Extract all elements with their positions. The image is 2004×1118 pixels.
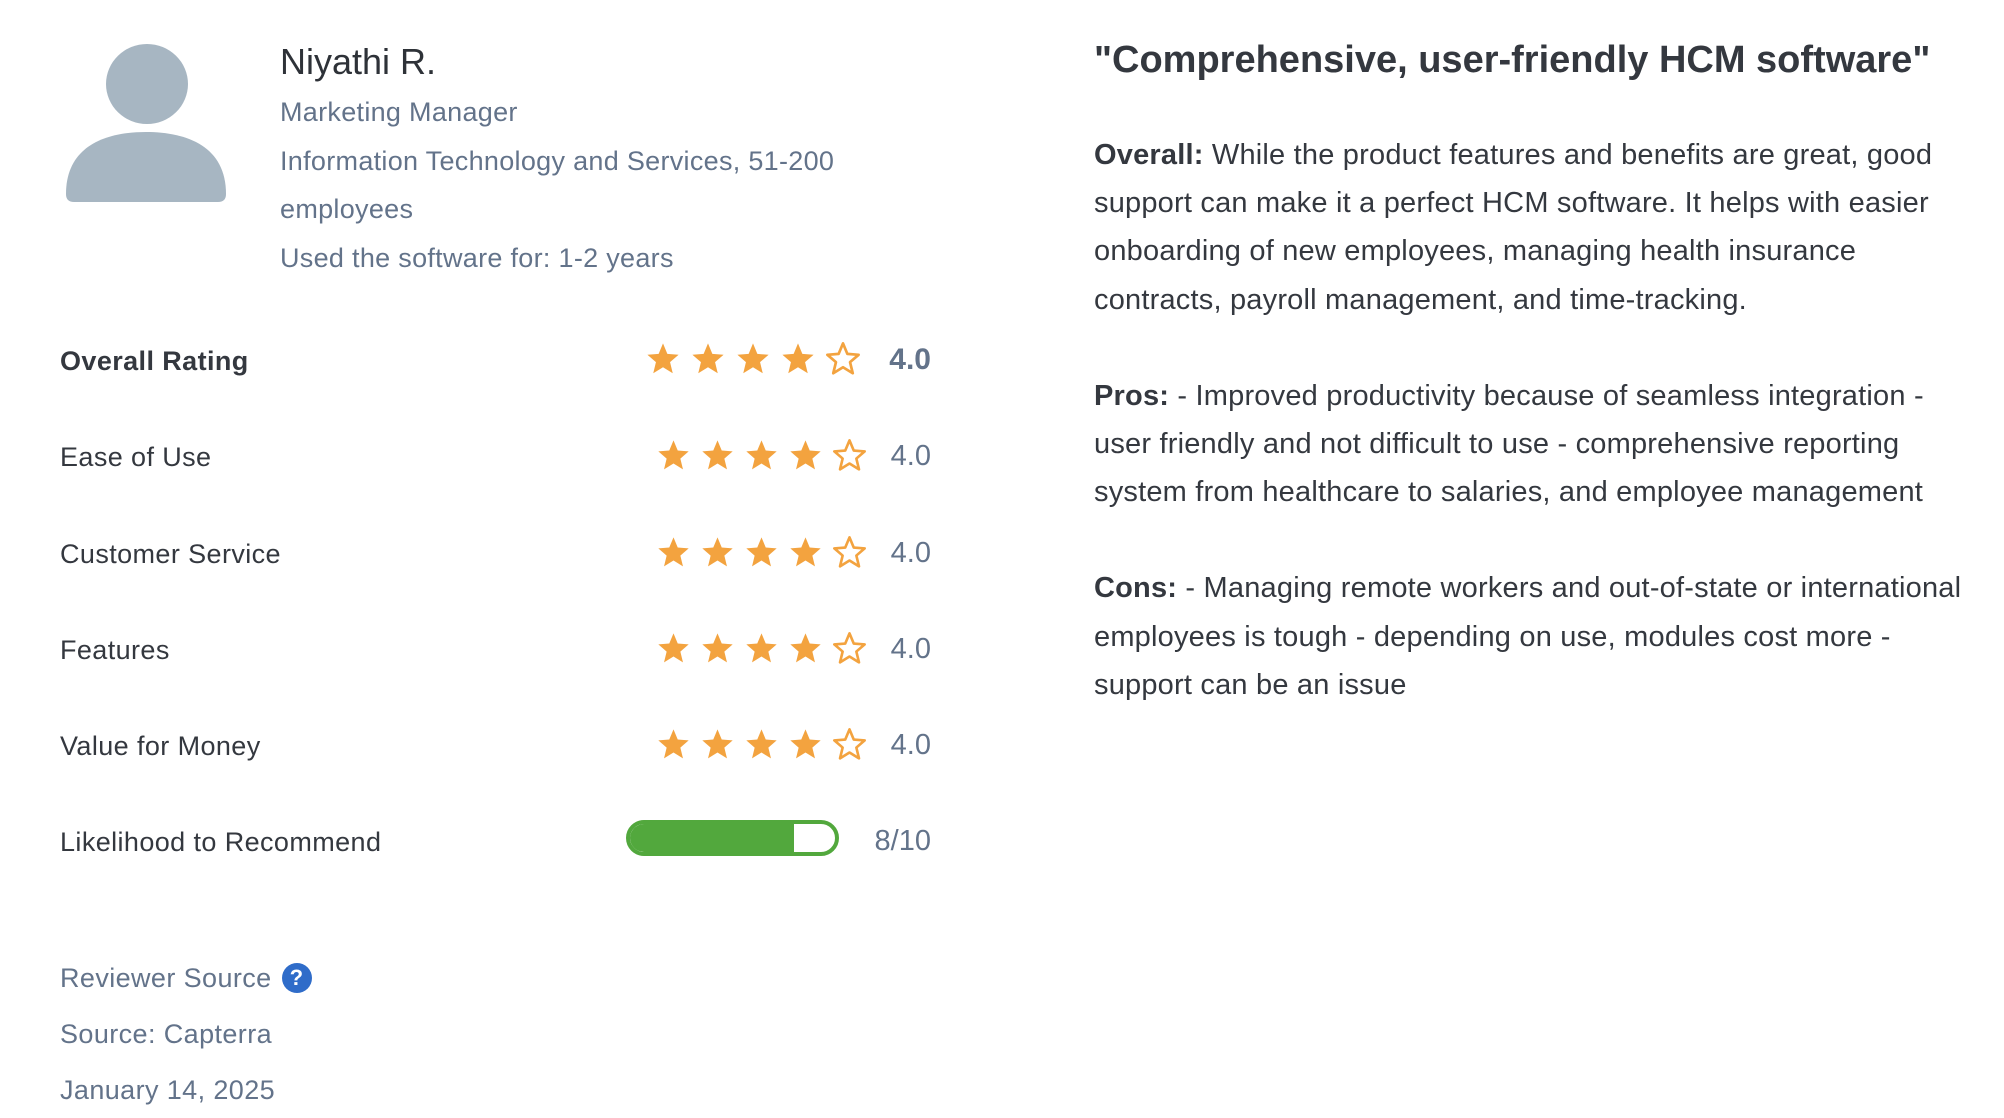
star-empty-icon: [826, 342, 860, 375]
star-filled-icon: [702, 536, 733, 566]
reviewer-name: Niyathi R.: [280, 41, 437, 82]
star-empty-icon: [833, 535, 866, 568]
recommend-progress-bar: [626, 820, 839, 857]
rating-label: Features: [60, 634, 170, 665]
rating-row-features: Features 4.0: [60, 625, 935, 721]
star-rating: [656, 535, 867, 570]
star-empty-icon: [833, 631, 866, 664]
ratings-panel: Overall Rating 4.0 Ease of Use 4.0 Custo…: [60, 336, 935, 914]
review-content: "Comprehensive, user-friendly HCM softwa…: [1094, 36, 1974, 757]
question-circle-icon[interactable]: ?: [281, 963, 312, 993]
star-rating: [656, 631, 867, 666]
reviewer-info: Niyathi R. Marketing Manager Information…: [280, 36, 920, 282]
star-filled-icon: [746, 633, 777, 663]
star-filled-icon: [790, 536, 821, 566]
rating-value: 4.0: [889, 343, 931, 376]
review-date: January 14, 2025: [60, 1075, 276, 1105]
review-pros: Pros: - Improved productivity because of…: [1094, 372, 1974, 517]
rating-value: 4.0: [890, 440, 931, 473]
review-overall: Overall: While the product features and …: [1094, 131, 1974, 324]
rating-row-recommend: Likelihood to Recommend 8/10: [60, 817, 935, 913]
star-filled-icon: [658, 536, 689, 566]
star-empty-icon: [833, 439, 866, 471]
rating-row-value-for-money: Value for Money 4.0: [60, 721, 935, 817]
reviewer-source-row: Reviewer Source ?: [60, 950, 312, 1006]
rating-label: Overall Rating: [60, 346, 249, 376]
star-rating: [656, 727, 867, 762]
star-filled-icon: [790, 729, 821, 759]
review-title: "Comprehensive, user-friendly HCM softwa…: [1094, 39, 1931, 81]
reviewer-usage: Used the software for: 1-2 years: [280, 242, 674, 273]
reviewer-source-label: Reviewer Source: [60, 963, 272, 993]
rating-value: 4.0: [890, 632, 931, 665]
star-filled-icon: [658, 729, 689, 759]
star-filled-icon: [746, 729, 777, 759]
rating-label: Ease of Use: [60, 442, 212, 473]
star-filled-icon: [702, 729, 733, 759]
review-footer: Reviewer Source ? Source: Capterra Janua…: [60, 950, 312, 1118]
rating-label: Value for Money: [60, 731, 261, 762]
rating-row-customer-service: Customer Service 4.0: [60, 529, 935, 625]
rating-row-overall: Overall Rating 4.0: [60, 336, 935, 432]
pros-text: - Improved productivity because of seaml…: [1094, 379, 1924, 509]
user-silhouette-icon: [66, 44, 226, 202]
star-filled-icon: [658, 633, 689, 663]
star-filled-icon: [702, 440, 733, 470]
star-filled-icon: [647, 343, 679, 374]
pros-label: Pros:: [1094, 379, 1170, 412]
rating-value: 4.0: [890, 729, 931, 762]
overall-label: Overall:: [1094, 139, 1204, 171]
star-filled-icon: [790, 440, 821, 470]
star-filled-icon: [658, 440, 689, 470]
review-cons: Cons: - Managing remote workers and out-…: [1094, 564, 1974, 709]
star-rating: [656, 438, 867, 473]
rating-label: Customer Service: [60, 538, 281, 569]
recommend-progress-fill: [630, 824, 794, 853]
star-filled-icon: [790, 633, 821, 663]
star-filled-icon: [737, 343, 769, 374]
star-filled-icon: [692, 343, 724, 374]
rating-row-ease-of-use: Ease of Use 4.0: [60, 432, 935, 528]
cons-label: Cons:: [1094, 572, 1178, 605]
reviewer-industry: Information Technology and Services, 51-…: [280, 145, 835, 225]
recommend-value: 8/10: [874, 825, 931, 858]
star-rating: [645, 341, 861, 377]
overall-text: While the product features and benefits …: [1094, 139, 1933, 316]
rating-value: 4.0: [890, 536, 931, 569]
star-filled-icon: [702, 633, 733, 663]
cons-text: - Managing remote workers and out-of-sta…: [1094, 572, 1962, 701]
reviewer-job-title: Marketing Manager: [280, 97, 518, 127]
rating-label: Likelihood to Recommend: [60, 827, 382, 858]
star-filled-icon: [746, 440, 777, 470]
star-filled-icon: [782, 343, 814, 374]
star-empty-icon: [833, 728, 866, 760]
star-filled-icon: [746, 536, 777, 566]
reviewer-avatar: [64, 42, 228, 206]
review-source: Source: Capterra: [60, 1019, 272, 1049]
